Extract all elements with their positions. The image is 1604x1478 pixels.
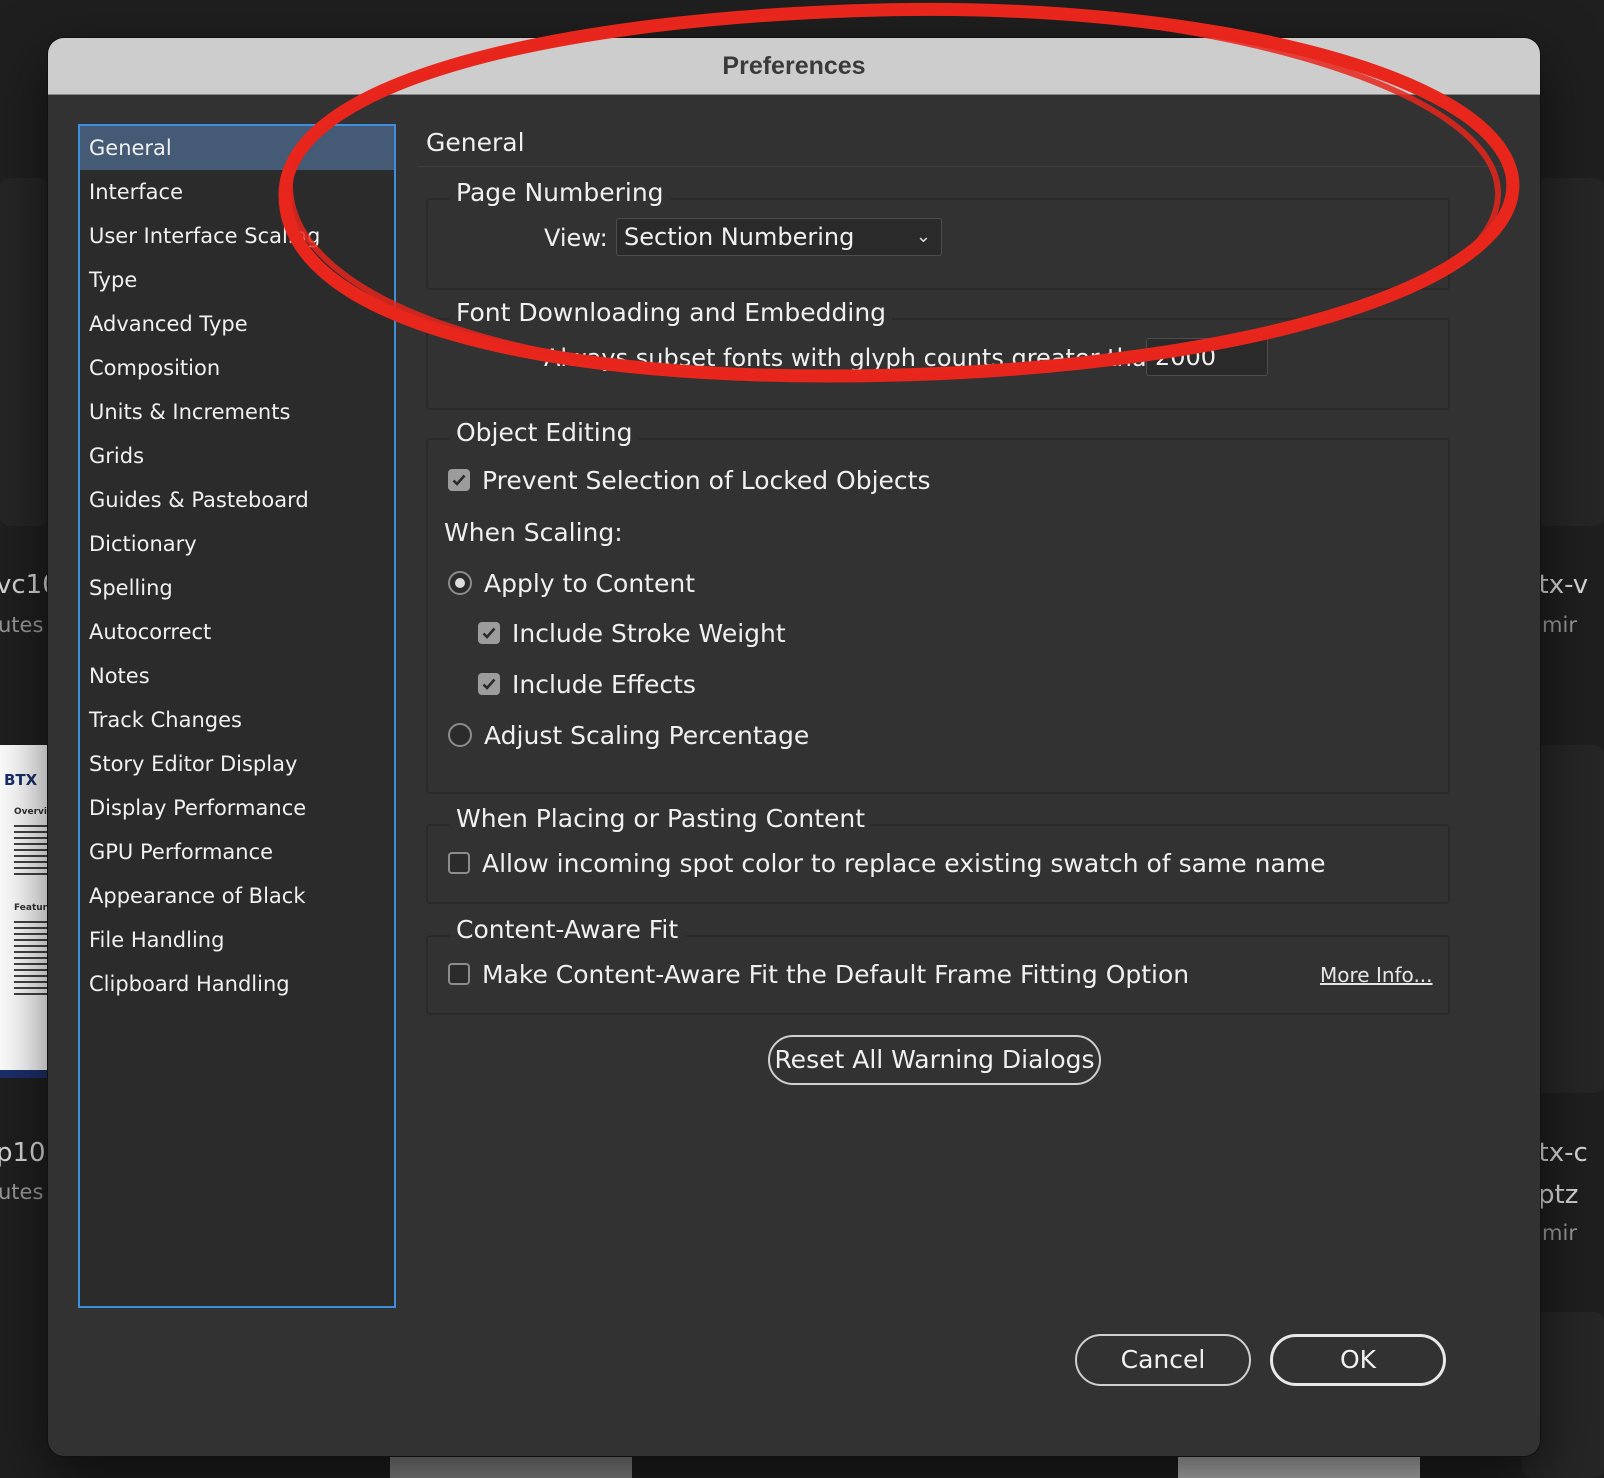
group-title: When Placing or Pasting Content <box>450 804 872 833</box>
include-effects-checkbox[interactable] <box>478 673 500 695</box>
sidebar-item-user-interface-scaling[interactable]: User Interface Scaling <box>80 214 394 258</box>
sidebar-item-spelling[interactable]: Spelling <box>80 566 394 610</box>
group-title: Font Downloading and Embedding <box>450 298 893 327</box>
content-aware-default-checkbox[interactable] <box>448 963 470 985</box>
apply-to-content-radio[interactable] <box>448 571 472 595</box>
include-effects-label: Include Effects <box>512 669 696 699</box>
sidebar-item-notes[interactable]: Notes <box>80 654 394 698</box>
spot-color-checkbox[interactable] <box>448 852 470 874</box>
preferences-sidebar: General Interface User Interface Scaling Ty… <box>78 124 396 1308</box>
sidebar-item-track-changes[interactable]: Track Changes <box>80 698 394 742</box>
subset-fonts-label: Always subset fonts with glyph counts gr… <box>544 344 1170 372</box>
sidebar-item-file-handling[interactable]: File Handling <box>80 918 394 962</box>
page-numbering-view-dropdown[interactable]: Section Numbering ⌄ <box>616 218 942 256</box>
bg-doc-logo: BTX <box>4 771 38 789</box>
view-label: View: <box>544 224 608 252</box>
when-scaling-label: When Scaling: <box>444 518 623 547</box>
content-aware-fit-group: Content-Aware Fit Make Content-Aware Fit… <box>426 915 1450 1015</box>
group-title: Page Numbering <box>450 178 670 207</box>
check-icon <box>452 474 466 486</box>
include-stroke-weight-label: Include Stroke Weight <box>512 618 786 648</box>
placing-pasting-group: When Placing or Pasting Content Allow in… <box>426 804 1450 904</box>
sidebar-item-appearance-of-black[interactable]: Appearance of Black <box>80 874 394 918</box>
spot-color-option[interactable]: Allow incoming spot color to replace exi… <box>448 848 1326 878</box>
adjust-scaling-label: Adjust Scaling Percentage <box>484 720 810 750</box>
sidebar-item-dictionary[interactable]: Dictionary <box>80 522 394 566</box>
cancel-button[interactable]: Cancel <box>1075 1334 1251 1386</box>
sidebar-item-display-performance[interactable]: Display Performance <box>80 786 394 830</box>
sidebar-item-guides-and-pasteboard[interactable]: Guides & Pasteboard <box>80 478 394 522</box>
sidebar-item-clipboard-handling[interactable]: Clipboard Handling <box>80 962 394 1006</box>
prevent-selection-label: Prevent Selection of Locked Objects <box>482 465 931 495</box>
bg-doc-text-lines <box>14 921 48 997</box>
bg-doc-label: Feature <box>14 903 48 913</box>
adjust-scaling-radio[interactable] <box>448 723 472 747</box>
check-icon <box>482 678 496 690</box>
dropdown-value: Section Numbering <box>624 223 855 251</box>
more-info-link[interactable]: More Info... <box>1320 963 1433 987</box>
object-editing-group: Object Editing Prevent Selection of Lock… <box>426 418 1450 794</box>
group-title: Object Editing <box>450 418 639 447</box>
spot-color-label: Allow incoming spot color to replace exi… <box>482 848 1326 878</box>
bg-thumbnail[interactable] <box>390 1456 632 1478</box>
bg-doc-footer <box>0 1070 48 1078</box>
page-numbering-group: Page Numbering View: Section Numbering ⌄ <box>426 178 1450 290</box>
reset-warning-dialogs-button[interactable]: Reset All Warning Dialogs <box>768 1035 1101 1085</box>
radio-selected-dot <box>455 578 465 588</box>
apply-to-content-option[interactable]: Apply to Content <box>448 568 695 598</box>
bg-doc-text-lines <box>14 825 48 877</box>
sidebar-item-grids[interactable]: Grids <box>80 434 394 478</box>
check-icon <box>482 627 496 639</box>
include-stroke-weight-checkbox[interactable] <box>478 622 500 644</box>
chevron-down-icon: ⌄ <box>915 226 931 247</box>
prevent-selection-checkbox[interactable] <box>448 469 470 491</box>
font-downloading-group: Font Downloading and Embedding Always su… <box>426 298 1450 410</box>
bg-card <box>0 178 48 526</box>
sidebar-item-units-and-increments[interactable]: Units & Increments <box>80 390 394 434</box>
sidebar-item-gpu-performance[interactable]: GPU Performance <box>80 830 394 874</box>
sidebar-item-autocorrect[interactable]: Autocorrect <box>80 610 394 654</box>
ok-button[interactable]: OK <box>1270 1334 1446 1386</box>
sidebar-item-composition[interactable]: Composition <box>80 346 394 390</box>
include-stroke-weight-option[interactable]: Include Stroke Weight <box>478 618 786 648</box>
bg-document-thumbnail[interactable]: BTX Overvie Feature <box>0 745 48 1078</box>
sidebar-item-type[interactable]: Type <box>80 258 394 302</box>
adjust-scaling-option[interactable]: Adjust Scaling Percentage <box>448 720 809 750</box>
apply-to-content-label: Apply to Content <box>484 568 695 598</box>
prevent-selection-option[interactable]: Prevent Selection of Locked Objects <box>448 465 930 495</box>
sidebar-item-general[interactable]: General <box>80 126 394 170</box>
panel-title: General <box>426 128 525 157</box>
panel-divider <box>418 166 1510 167</box>
group-title: Content-Aware Fit <box>450 915 685 944</box>
sidebar-item-story-editor-display[interactable]: Story Editor Display <box>80 742 394 786</box>
sidebar-item-interface[interactable]: Interface <box>80 170 394 214</box>
preferences-dialog: Preferences General Interface User Interfa… <box>48 38 1540 1456</box>
bg-thumbnail[interactable] <box>1178 1456 1420 1478</box>
include-effects-option[interactable]: Include Effects <box>478 669 696 699</box>
content-aware-default-option[interactable]: Make Content-Aware Fit the Default Frame… <box>448 959 1189 989</box>
sidebar-item-advanced-type[interactable]: Advanced Type <box>80 302 394 346</box>
glyph-count-input[interactable]: 2000 <box>1146 338 1268 376</box>
content-aware-default-label: Make Content-Aware Fit the Default Frame… <box>482 959 1190 989</box>
bg-doc-label: Overvie <box>14 807 48 817</box>
dialog-title: Preferences <box>48 38 1540 95</box>
